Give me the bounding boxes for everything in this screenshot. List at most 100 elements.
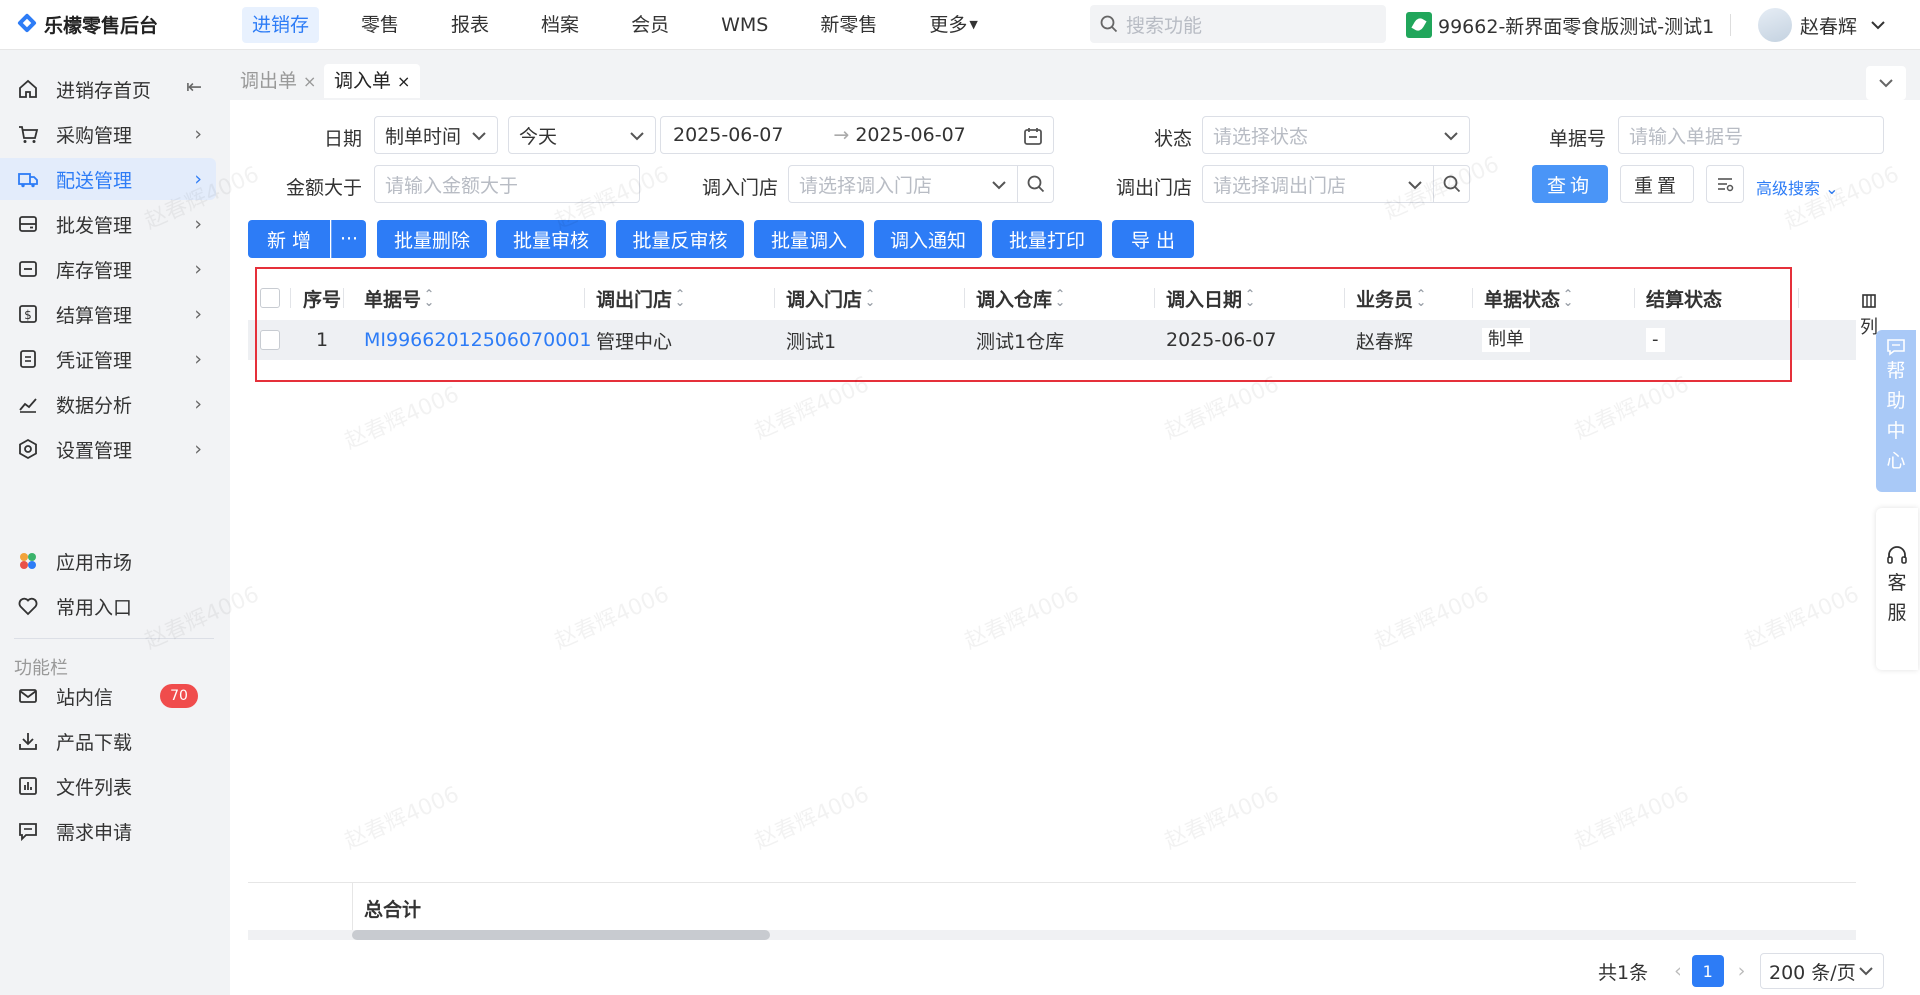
batch-unaudit-button[interactable]: 批量反审核 (616, 220, 744, 258)
topnav-new-retail[interactable]: 新零售 (810, 7, 887, 43)
sidebar-item-settings[interactable]: 设置管理 › (0, 428, 216, 470)
sidebar-item-stock[interactable]: 库存管理 › (0, 248, 216, 290)
sidebar-item-wholesale[interactable]: 批发管理 › (0, 203, 216, 245)
page-size-select[interactable]: 200 条/页 (1760, 953, 1884, 989)
close-icon[interactable]: × (397, 72, 410, 91)
search-icon[interactable] (1017, 166, 1053, 202)
search-icon[interactable] (1433, 166, 1469, 202)
date-end[interactable]: 2025-06-07 (855, 124, 965, 146)
topnav-archives[interactable]: 档案 (531, 7, 589, 43)
reset-button[interactable]: 重置 (1620, 165, 1694, 203)
chevron-right-icon: › (194, 348, 202, 370)
sidebar-item-settlement[interactable]: $ 结算管理 › (0, 293, 216, 335)
chevron-down-icon (472, 132, 486, 141)
divider (1730, 14, 1731, 36)
topnav-members[interactable]: 会员 (621, 7, 679, 43)
scrollbar-thumb[interactable] (352, 930, 770, 940)
total-count: 共1条 (1598, 961, 1649, 984)
date-range-select[interactable]: 今天 (508, 116, 656, 154)
next-page-icon[interactable]: › (1738, 960, 1746, 982)
user-menu[interactable]: 赵春辉 (1758, 0, 1885, 50)
sidebar-divider (14, 638, 214, 639)
add-button[interactable]: 新 增 (248, 220, 330, 258)
date-type-value: 制单时间 (385, 125, 462, 148)
tab-transfer-in[interactable]: 调入单 × (324, 64, 421, 98)
sidebar-item-label: 需求申请 (56, 821, 133, 844)
sidebar-item-label: 凭证管理 (56, 349, 133, 372)
help-center-button[interactable]: 帮 助 中 心 (1876, 330, 1916, 492)
sidebar-item-download[interactable]: 产品下载 (0, 720, 216, 762)
batch-delete-button[interactable]: 批量删除 (377, 220, 487, 258)
app-logo[interactable]: 乐檬零售后台 (16, 11, 226, 38)
sidebar-item-voucher[interactable]: 凭证管理 › (0, 338, 216, 380)
sidebar: 进销存首页 ⇤ 采购管理 › 配送管理 › 批发管理 › 库存管理 › $ 结算… (0, 50, 230, 995)
out-store-placeholder: 请选择调出门店 (1213, 174, 1347, 197)
sidebar-item-favorites[interactable]: 常用入口 (0, 585, 216, 627)
customer-service-button[interactable]: 客 服 (1876, 508, 1918, 670)
app-market-icon (16, 549, 40, 573)
topnav-more[interactable]: 更多 ▼ (919, 7, 987, 43)
horizontal-scrollbar[interactable] (248, 930, 1856, 940)
avatar (1758, 8, 1792, 42)
date-type-select[interactable]: 制单时间 (374, 116, 498, 154)
download-icon (16, 729, 40, 753)
sidebar-item-label: 文件列表 (56, 776, 133, 799)
sidebar-item-analytics[interactable]: 数据分析 › (0, 383, 216, 425)
sidebar-item-inventory-home[interactable]: 进销存首页 ⇤ (0, 68, 216, 110)
page-button-current[interactable]: 1 (1691, 955, 1724, 987)
bill-no-input[interactable]: 请输入单据号 (1618, 116, 1884, 154)
query-button[interactable]: 查询 (1532, 165, 1608, 203)
sidebar-item-files[interactable]: 文件列表 (0, 765, 216, 807)
bill-no-label: 单据号 (1548, 128, 1606, 150)
sidebar-item-label: 进销存首页 (56, 79, 152, 102)
sidebar-item-label: 应用市场 (56, 551, 133, 574)
heart-icon (16, 594, 40, 618)
top-bar: 乐檬零售后台 进销存 零售 报表 档案 会员 WMS 新零售 更多 ▼ 搜索功能 … (0, 0, 1920, 50)
prev-page-icon[interactable]: ‹ (1674, 960, 1682, 982)
chevron-right-icon: › (194, 393, 202, 415)
amount-input[interactable]: 请输入金额大于 (374, 165, 640, 203)
in-store-select[interactable]: 请选择调入门店 (788, 165, 1054, 203)
chevron-right-icon: › (194, 303, 202, 325)
sidebar-item-request[interactable]: 需求申请 (0, 810, 216, 852)
settlement-icon: $ (16, 302, 40, 326)
chevron-down-icon (1879, 79, 1893, 88)
topnav-reports[interactable]: 报表 (441, 7, 499, 43)
sidebar-item-label: 配送管理 (56, 169, 133, 192)
sidebar-item-app-market[interactable]: 应用市场 (0, 540, 216, 582)
help-char: 助 (1886, 390, 1906, 412)
store-switcher[interactable]: 99662-新界面零食版测试-测试1 (1406, 0, 1714, 50)
topnav-wms[interactable]: WMS (711, 7, 778, 43)
sidebar-item-messages[interactable]: 站内信 70 (0, 675, 216, 717)
date-range-picker[interactable]: 2025-06-07 → 2025-06-07 (660, 116, 1054, 154)
collapse-sidebar-icon[interactable]: ⇤ (186, 76, 202, 98)
transfer-notice-button[interactable]: 调入通知 (874, 220, 982, 258)
calendar-icon (1024, 128, 1042, 145)
batch-transfer-in-button[interactable]: 批量调入 (754, 220, 864, 258)
footer-divider (352, 883, 353, 933)
close-icon[interactable]: × (303, 72, 316, 91)
batch-audit-button[interactable]: 批量审核 (496, 220, 606, 258)
batch-print-button[interactable]: 批量打印 (992, 220, 1102, 258)
sidebar-item-distribution[interactable]: 配送管理 › (0, 158, 216, 200)
tabs-dropdown-button[interactable] (1866, 66, 1906, 100)
filter-settings-button[interactable] (1706, 165, 1744, 203)
chevron-right-icon: › (194, 168, 202, 190)
sidebar-item-purchase[interactable]: 采购管理 › (0, 113, 216, 155)
sidebar-item-label: 数据分析 (56, 394, 133, 417)
status-select[interactable]: 请选择状态 (1202, 116, 1470, 154)
add-more-button[interactable]: ··· (331, 220, 366, 258)
tab-label: 调出单 (240, 70, 298, 92)
sidebar-item-label: 结算管理 (56, 304, 133, 327)
search-placeholder: 搜索功能 (1126, 14, 1203, 37)
tab-transfer-out[interactable]: 调出单 × (230, 64, 327, 98)
function-search[interactable]: 搜索功能 (1090, 5, 1386, 43)
date-start[interactable]: 2025-06-07 (673, 124, 783, 146)
chevron-right-icon: › (194, 213, 202, 235)
out-store-select[interactable]: 请选择调出门店 (1202, 165, 1470, 203)
advanced-search-link[interactable]: 高级搜索 ⌄ (1756, 175, 1839, 199)
sidebar-item-label: 常用入口 (56, 596, 133, 619)
topnav-retail[interactable]: 零售 (351, 7, 409, 43)
export-button[interactable]: 导 出 (1112, 220, 1194, 258)
topnav-inventory[interactable]: 进销存 (242, 6, 320, 43)
